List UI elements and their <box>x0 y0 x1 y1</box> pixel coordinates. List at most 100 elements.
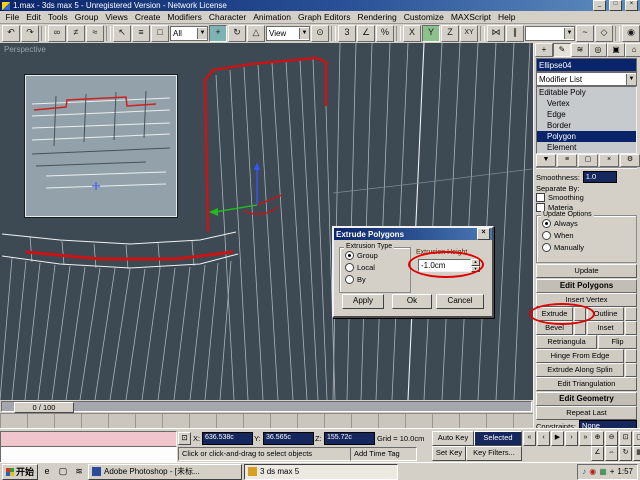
edit-triangulation-button[interactable]: Edit Triangulation <box>536 377 637 391</box>
radio-manually[interactable]: Manually <box>542 243 636 252</box>
selection-set-select[interactable]: Selected <box>474 431 522 446</box>
perspective-viewport[interactable]: Perspective <box>0 43 533 400</box>
menu-animation[interactable]: Animation <box>250 12 295 22</box>
smoothness-spinner[interactable]: 1.0 <box>583 171 617 183</box>
menu-rendering[interactable]: Rendering <box>354 12 400 22</box>
dialog-title-bar[interactable]: Extrude Polygons × <box>334 228 492 240</box>
set-key-button[interactable]: Set Key <box>432 446 466 461</box>
time-slider-handle[interactable]: 0 / 100 <box>14 402 74 413</box>
show-end-result-icon[interactable]: ≡ <box>557 154 577 167</box>
mirror-icon[interactable]: ⋈ <box>487 25 505 42</box>
pin-stack-icon[interactable]: ▼ <box>536 154 556 167</box>
menu-tools[interactable]: Tools <box>44 12 71 22</box>
extrude-button[interactable]: Extrude <box>536 307 573 321</box>
angle-snap-icon[interactable]: ∠ <box>357 25 375 42</box>
maximize-button[interactable]: □ <box>609 0 622 11</box>
cancel-button[interactable]: Cancel <box>436 294 484 309</box>
radio-local[interactable]: Local <box>345 263 410 272</box>
select-and-rotate-icon[interactable]: ↻ <box>228 25 246 42</box>
dialog-close-icon[interactable]: × <box>477 228 490 240</box>
menu-modifiers[interactable]: Modifiers <box>164 12 205 22</box>
bevel-settings-icon[interactable] <box>574 321 586 335</box>
bind-spacewarp-icon[interactable]: ≈ <box>86 25 104 42</box>
minimize-button[interactable]: _ <box>593 0 606 11</box>
extrude-along-spline-settings-icon[interactable] <box>625 363 637 377</box>
select-and-scale-icon[interactable]: △ <box>247 25 265 42</box>
outline-button[interactable]: Outline <box>587 307 624 321</box>
menu-file[interactable]: File <box>2 12 23 22</box>
tray-network-icon[interactable]: ▦ <box>599 466 607 478</box>
inset-button[interactable]: Inset <box>587 321 624 335</box>
tab-display-icon[interactable]: ▣ <box>607 43 625 57</box>
retriangulate-button[interactable]: Retriangula <box>536 335 597 349</box>
axis-y-button[interactable]: Y <box>422 25 440 42</box>
spin-down-icon[interactable]: ▼ <box>471 266 480 273</box>
insert-vertex-button[interactable]: Insert Vertex <box>536 293 637 307</box>
y-coord-field[interactable]: 36.565c <box>263 432 314 445</box>
constraints-select[interactable]: None <box>579 420 637 428</box>
make-unique-icon[interactable]: ▢ <box>578 154 598 167</box>
menu-group[interactable]: Group <box>71 12 102 22</box>
tab-modify-icon[interactable]: ✎ <box>553 43 571 57</box>
tab-hierarchy-icon[interactable]: ≋ <box>571 43 589 57</box>
region-select-icon[interactable]: □ <box>151 25 169 42</box>
menu-help[interactable]: Help <box>495 12 519 22</box>
track-bar[interactable] <box>0 413 533 429</box>
tray-ime-icon[interactable]: + <box>610 466 615 478</box>
radio-when[interactable]: When <box>542 231 636 240</box>
material-editor-icon[interactable]: ◉ <box>622 25 640 42</box>
radio-by-polygon[interactable]: By <box>345 275 410 284</box>
stack-item-edge[interactable]: Edge <box>537 109 636 120</box>
close-button[interactable]: × <box>625 0 638 11</box>
curve-editor-icon[interactable]: ~ <box>576 25 594 42</box>
x-coord-field[interactable]: 636.538c <box>202 432 253 445</box>
previous-frame-icon[interactable]: ‹ <box>537 431 550 446</box>
pan-icon[interactable]: ⇔ <box>605 446 618 461</box>
unlink-icon[interactable]: ≠ <box>67 25 85 42</box>
tab-motion-icon[interactable]: ◎ <box>589 43 607 57</box>
radio-always[interactable]: Always <box>542 219 636 228</box>
spinner-arrows[interactable]: ▲▼ <box>471 259 480 272</box>
extrude-settings-icon[interactable] <box>574 307 586 321</box>
go-to-start-icon[interactable]: « <box>523 431 536 446</box>
radio-icon[interactable] <box>345 275 354 284</box>
outline-settings-icon[interactable] <box>625 307 637 321</box>
edit-geometry-rollout-header[interactable]: Edit Geometry <box>536 392 637 406</box>
zoom-all-icon[interactable]: ⊖ <box>605 431 618 446</box>
selection-lock-icon[interactable]: ⊡ <box>178 432 191 445</box>
zoom-region-icon[interactable]: ▢ <box>633 431 640 446</box>
align-icon[interactable]: ∥ <box>506 25 524 42</box>
key-filters-button[interactable]: Key Filters... <box>466 446 522 461</box>
menu-maxscript[interactable]: MAXScript <box>447 12 494 22</box>
snap-3d-icon[interactable]: 3 <box>338 25 356 42</box>
quick-launch-media-icon[interactable]: ≋ <box>72 465 86 479</box>
tray-antivirus-icon[interactable]: ◉ <box>589 466 596 478</box>
stack-item-border[interactable]: Border <box>537 120 636 131</box>
play-icon[interactable]: ▶ <box>551 431 564 446</box>
z-coord-field[interactable]: 155.72c <box>324 432 375 445</box>
time-slider[interactable]: 0 / 100 <box>0 400 533 413</box>
modifier-list-select[interactable]: Modifier List ▼ <box>536 72 637 86</box>
redo-icon[interactable]: ↷ <box>21 25 39 42</box>
update-button[interactable]: Update <box>536 264 637 278</box>
flip-button[interactable]: Flip <box>598 335 637 349</box>
edit-polygons-rollout-header[interactable]: Edit Polygons <box>536 279 637 293</box>
zoom-extents-icon[interactable]: ⊡ <box>619 431 632 446</box>
ok-button[interactable]: Ok <box>392 294 432 309</box>
select-and-link-icon[interactable]: ∞ <box>48 25 66 42</box>
stack-item-vertex[interactable]: Vertex <box>537 98 636 109</box>
stack-item-polygon[interactable]: Polygon <box>537 131 636 142</box>
hinge-settings-icon[interactable] <box>625 349 637 363</box>
start-button[interactable]: 开始 <box>2 464 38 480</box>
radio-icon[interactable] <box>542 219 551 228</box>
radio-icon[interactable] <box>542 243 551 252</box>
task-3dsmax[interactable]: 3 ds max 5 <box>244 464 398 480</box>
menu-edit[interactable]: Edit <box>23 12 45 22</box>
min-max-toggle-icon[interactable]: ▦ <box>633 446 640 461</box>
checkbox-icon[interactable] <box>536 193 545 202</box>
tab-create-icon[interactable]: + <box>535 43 553 57</box>
stack-item-editable-poly[interactable]: Editable Poly <box>537 87 636 98</box>
apply-button[interactable]: Apply <box>342 294 384 309</box>
axis-x-button[interactable]: X <box>403 25 421 42</box>
inset-settings-icon[interactable] <box>625 321 637 335</box>
